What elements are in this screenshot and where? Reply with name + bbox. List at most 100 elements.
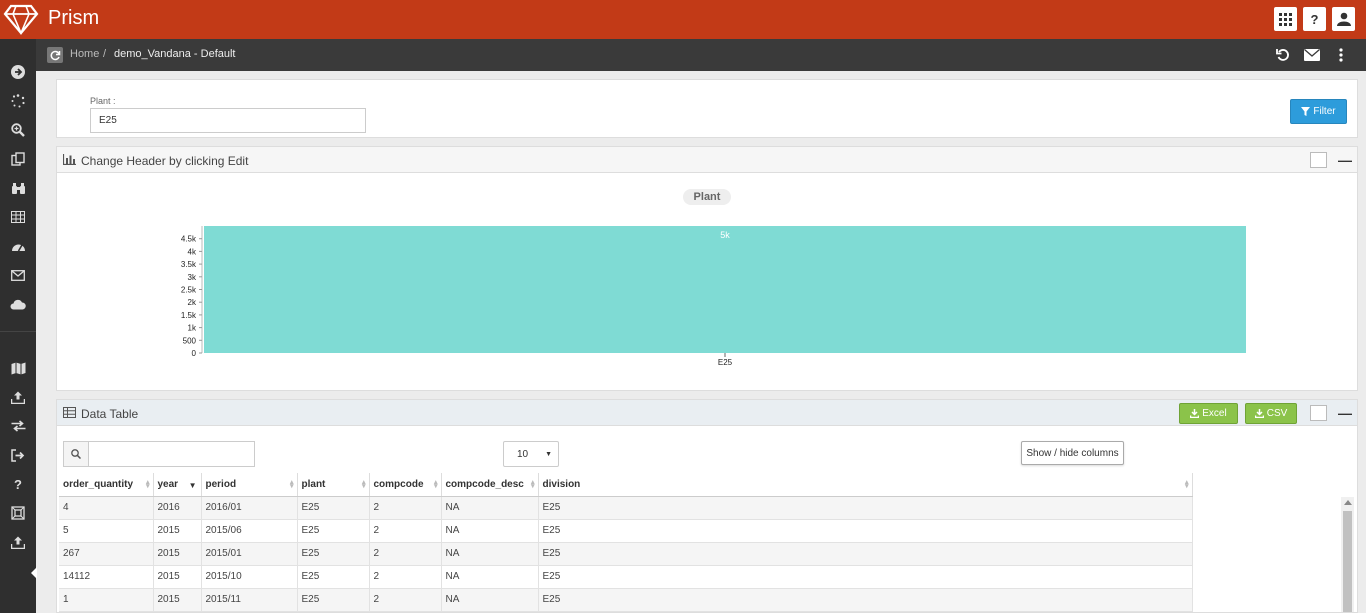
chart-panel-title: Change Header by clicking Edit (81, 154, 249, 168)
column-header-order_quantity[interactable]: order_quantity ▴ ▾ (59, 473, 154, 497)
excel-export-button[interactable]: Excel (1179, 403, 1238, 424)
table-row[interactable]: 5 2015 2015/06 E25 2 NA E25 (59, 519, 1193, 543)
cell-compcode_desc: NA (441, 565, 539, 589)
more-options-icon[interactable] (1332, 47, 1350, 63)
sort-both-icon: ▴ ▾ (1184, 479, 1189, 490)
scroll-up-arrow-icon[interactable] (1344, 500, 1352, 505)
undo-icon[interactable] (1274, 47, 1292, 63)
exchange-icon[interactable] (0, 413, 36, 439)
excel-button-label: Excel (1202, 408, 1227, 419)
upload-icon[interactable] (0, 384, 36, 410)
page-length-select[interactable]: 10 ▼ (503, 441, 559, 467)
table-header-row: order_quantity ▴ ▾ year ▼ period ▴ ▾ plant ▴ ▾ comp… (59, 473, 1193, 497)
dashboard-icon[interactable] (0, 233, 36, 259)
breadcrumb-home-link[interactable]: Home (70, 48, 99, 60)
arrow-right-circle-icon[interactable] (0, 59, 36, 85)
column-header-period[interactable]: period ▴ ▾ (201, 473, 298, 497)
sidebar-collapse-caret-icon[interactable] (31, 567, 37, 579)
app-title[interactable]: Prism (48, 7, 99, 30)
help-button[interactable]: ? (1303, 7, 1326, 31)
table-panel-title: Data Table (81, 407, 139, 421)
download-icon (1190, 409, 1200, 418)
refresh-icon (50, 50, 60, 60)
plant-filter-input[interactable] (90, 108, 366, 133)
table-row[interactable]: 14112 2015 2015/10 E25 2 NA E25 (59, 565, 1193, 589)
bar-chart: 0 500 1k 1.5k 2k 2.5k 3k 3.5k 4k 4.5k 5k E25 (181, 226, 1246, 367)
user-button[interactable] (1332, 7, 1355, 31)
reload-page-button[interactable] (47, 47, 63, 63)
table-row[interactable]: 4 2016 2016/01 E25 2 NA E25 (59, 496, 1193, 520)
table-scrollbar[interactable] (1341, 497, 1354, 612)
cell-compcode: 2 (369, 519, 442, 543)
y-tick-label: 1.5k (181, 311, 197, 320)
bar-data-label: 5k (720, 230, 730, 240)
copy-icon[interactable] (0, 146, 36, 172)
sign-out-icon[interactable] (0, 442, 36, 468)
column-header-division[interactable]: division ▴ ▾ (538, 473, 1193, 497)
table-row[interactable]: 1 2015 2015/11 E25 2 NA E25 (59, 588, 1193, 612)
show-hide-columns-button[interactable]: Show / hide columns (1021, 441, 1124, 465)
table-panel-edit-button[interactable] (1310, 405, 1327, 421)
cell-period: 2015/10 (201, 565, 298, 589)
filter-panel: Plant : Filter (56, 79, 1358, 138)
spinner-icon[interactable] (0, 88, 36, 114)
map-icon[interactable] (0, 355, 36, 381)
filter-button[interactable]: Filter (1290, 99, 1347, 124)
column-header-label: compcode (373, 478, 424, 490)
cell-division: E25 (538, 565, 1193, 589)
search-input[interactable] (90, 442, 254, 466)
csv-export-button[interactable]: CSV (1245, 403, 1297, 424)
column-header-compcode_desc[interactable]: compcode_desc ▴ ▾ (441, 473, 539, 497)
table-panel-header: Data Table Excel CSV — (57, 400, 1357, 426)
search-icon (64, 442, 89, 466)
help-icon: ? (1310, 11, 1319, 27)
cell-order_quantity: 1 (59, 588, 154, 612)
table-row[interactable]: 267 2015 2015/01 E25 2 NA E25 (59, 542, 1193, 566)
bar (204, 226, 1246, 353)
question-icon[interactable]: ? (0, 471, 36, 497)
envelope-icon[interactable] (1303, 47, 1321, 63)
binoculars-icon[interactable] (0, 175, 36, 201)
search-plus-icon[interactable] (0, 117, 36, 143)
cell-order_quantity: 267 (59, 542, 154, 566)
column-header-compcode[interactable]: compcode ▴ ▾ (369, 473, 442, 497)
table-icon[interactable] (0, 204, 36, 230)
y-tick-label: 0 (192, 349, 197, 358)
column-header-label: order_quantity (63, 478, 134, 490)
cell-compcode: 2 (369, 496, 442, 520)
table-body: 4 2016 2016/01 E25 2 NA E25 5 2015 2015/06 E25 2 NA E… (59, 496, 1193, 612)
cell-period: 2015/06 (201, 519, 298, 543)
y-tick-label: 3.5k (181, 260, 197, 269)
prism-logo-icon[interactable] (3, 3, 39, 35)
cell-plant: E25 (297, 565, 370, 589)
sort-both-icon: ▴ ▾ (145, 479, 150, 490)
column-header-label: compcode_desc (445, 478, 524, 490)
column-header-label: division (542, 478, 581, 490)
cell-division: E25 (538, 542, 1193, 566)
column-header-plant[interactable]: plant ▴ ▾ (297, 473, 370, 497)
cloud-icon[interactable] (0, 291, 36, 317)
chart-panel-edit-button[interactable] (1310, 152, 1327, 168)
cell-order_quantity: 14112 (59, 565, 154, 589)
cell-year: 2015 (153, 542, 202, 566)
apps-grid-button[interactable] (1274, 7, 1297, 31)
cell-plant: E25 (297, 496, 370, 520)
breadcrumb-current: demo_Vandana - Default (114, 48, 236, 60)
upload-icon[interactable] (0, 529, 36, 555)
cell-division: E25 (538, 519, 1193, 543)
grid-icon (1279, 12, 1292, 26)
scrollbar-thumb[interactable] (1343, 511, 1352, 612)
column-header-year[interactable]: year ▼ (153, 473, 202, 497)
cell-year: 2015 (153, 519, 202, 543)
crop-icon[interactable] (0, 500, 36, 526)
sort-both-icon: ▴ ▾ (433, 479, 438, 490)
x-tick-label: E25 (718, 358, 733, 367)
table-panel-minimize-button[interactable]: — (1338, 405, 1352, 421)
y-tick-label: 1k (188, 324, 197, 333)
cell-plant: E25 (297, 588, 370, 612)
plant-filter-label: Plant : (90, 96, 116, 106)
page-length-value: 10 (517, 448, 529, 460)
csv-button-label: CSV (1266, 408, 1288, 419)
envelope-icon[interactable] (0, 262, 36, 288)
chart-panel-minimize-button[interactable]: — (1338, 152, 1352, 168)
